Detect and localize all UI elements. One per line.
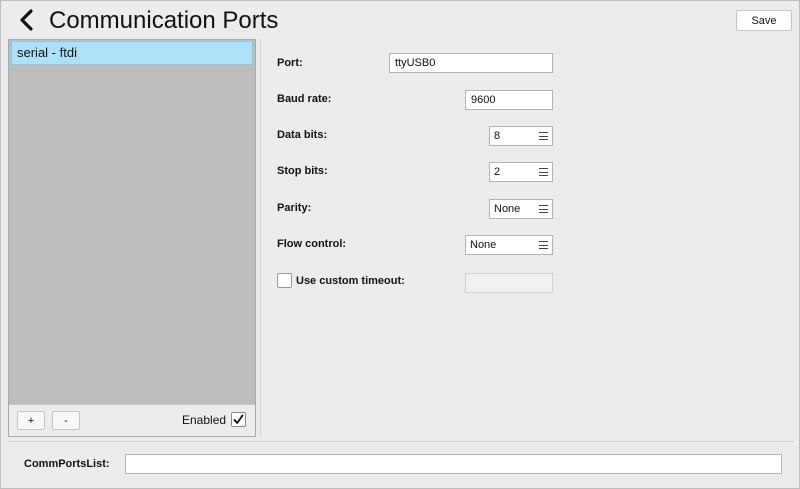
list-toolbar: + - Enabled [9, 404, 255, 436]
custom-timeout-label: Use custom timeout: [296, 275, 405, 287]
header-bar: Communication Ports Save [1, 1, 800, 39]
menu-lines-icon [539, 205, 548, 213]
add-port-button[interactable]: + [17, 411, 45, 430]
flow-control-select[interactable]: None [465, 235, 553, 255]
page-title: Communication Ports [49, 7, 279, 34]
baud-rate-input[interactable] [465, 90, 553, 110]
enabled-checkbox[interactable] [231, 412, 246, 427]
data-bits-value: 8 [494, 130, 501, 142]
stop-bits-select[interactable]: 2 [489, 162, 553, 182]
enabled-label: Enabled [182, 413, 227, 427]
custom-timeout-checkbox[interactable] [277, 273, 292, 288]
flow-control-label: Flow control: [277, 238, 347, 250]
window: Communication Ports Save serial - ftdi +… [0, 0, 800, 489]
parity-select[interactable]: None [489, 199, 553, 219]
stop-bits-label: Stop bits: [277, 165, 328, 177]
remove-port-button[interactable]: - [52, 411, 80, 430]
data-bits-select[interactable]: 8 [489, 126, 553, 146]
comm-ports-list-input[interactable] [125, 454, 782, 474]
checkmark-icon [233, 414, 244, 424]
stop-bits-value: 2 [494, 166, 501, 178]
chevron-left-icon [20, 9, 33, 31]
menu-lines-icon [539, 168, 548, 176]
menu-lines-icon [539, 241, 548, 249]
list-item-serial-ftdi[interactable]: serial - ftdi [11, 41, 253, 65]
parity-label: Parity: [277, 202, 312, 214]
port-label: Port: [277, 57, 303, 69]
ports-list-panel: serial - ftdi + - Enabled [8, 39, 256, 437]
parity-value: None [494, 203, 521, 215]
port-input[interactable] [389, 53, 553, 73]
comm-ports-list-label: CommPortsList: [24, 458, 110, 470]
data-bits-label: Data bits: [277, 129, 328, 141]
comm-ports-list-bar: CommPortsList: [8, 441, 794, 485]
save-button[interactable]: Save [736, 10, 792, 31]
menu-lines-icon [539, 132, 548, 140]
back-button[interactable] [13, 6, 39, 34]
baud-rate-label: Baud rate: [277, 93, 332, 105]
flow-control-value: None [470, 239, 497, 251]
custom-timeout-input[interactable] [465, 273, 553, 293]
port-settings-panel: Port: Baud rate: Data bits: 8 Stop bits:… [260, 39, 794, 437]
